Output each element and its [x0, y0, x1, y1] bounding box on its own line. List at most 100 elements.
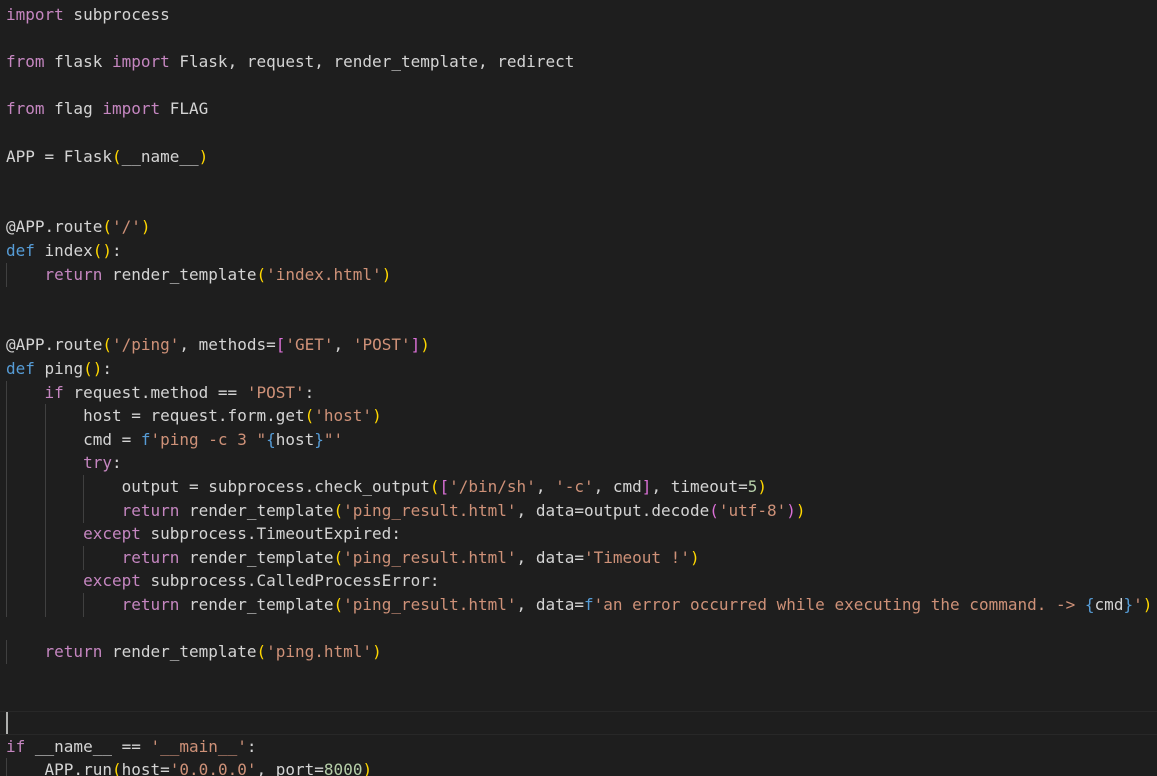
code-token: 'ping.html' — [266, 642, 373, 662]
code-token: { — [1084, 595, 1095, 614]
code-token: from — [6, 99, 45, 119]
code-token: : — [246, 736, 257, 756]
code-token: @APP.route — [6, 217, 103, 237]
code-token: [ — [275, 335, 286, 355]
code-token: ) — [372, 642, 382, 662]
code-token: output = subprocess.check_output — [121, 477, 430, 496]
code-token: , data= — [516, 547, 584, 567]
code-token: ) — [381, 264, 392, 284]
code-token: from — [6, 52, 45, 72]
code-token: FLAG — [160, 99, 209, 119]
code-token: render_template — [179, 500, 334, 520]
code-line[interactable]: if request.method == 'POST': — [0, 380, 1157, 405]
code-token: ) — [795, 500, 806, 520]
code-token: , methods= — [179, 335, 276, 355]
code-token: flag — [44, 99, 103, 119]
indent-guide — [6, 758, 7, 776]
code-line[interactable] — [0, 286, 1157, 310]
code-token: request.method == — [63, 382, 247, 402]
indent-guide — [6, 380, 7, 405]
code-token: ( — [304, 406, 315, 426]
code-line[interactable]: return render_template('ping_result.html… — [0, 593, 1157, 617]
code-token: ) — [689, 547, 700, 567]
code-line[interactable]: @APP.route('/ping', methods=['GET', 'POS… — [0, 333, 1157, 357]
code-token: ) — [198, 146, 209, 166]
code-line[interactable]: except subprocess.TimeoutExpired: — [0, 522, 1157, 547]
indent-guide — [6, 475, 7, 499]
indent-guide — [44, 569, 46, 594]
indent-guide — [44, 545, 46, 570]
code-token: : — [111, 453, 122, 473]
code-line[interactable]: except subprocess.CalledProcessError: — [0, 569, 1157, 594]
code-token: ) — [362, 760, 373, 776]
code-line[interactable]: host = request.form.get('host') — [0, 404, 1157, 429]
code-line[interactable]: from flag import FLAG — [0, 97, 1157, 121]
code-token: : — [102, 359, 112, 378]
code-token: , cmd — [593, 477, 642, 496]
code-token: render_template — [102, 264, 257, 284]
code-line[interactable]: cmd = f'ping -c 3 "{host}"' — [0, 427, 1157, 452]
code-line[interactable] — [0, 168, 1157, 192]
code-token: ] — [410, 335, 421, 355]
code-line[interactable] — [0, 121, 1157, 145]
code-line[interactable] — [0, 687, 1157, 711]
code-token: except — [83, 524, 141, 544]
code-token: , data= — [516, 595, 584, 614]
code-token: __name__ == — [25, 736, 151, 756]
code-token: : — [111, 241, 122, 260]
code-line[interactable]: return render_template('ping_result.html… — [0, 545, 1157, 570]
code-line[interactable]: try: — [0, 451, 1157, 476]
code-line[interactable]: APP.run(host='0.0.0.0', port=8000) — [0, 758, 1157, 776]
code-token: return — [121, 500, 180, 520]
code-line[interactable]: output = subprocess.check_output(['/bin/… — [0, 475, 1157, 499]
code-token: ( — [111, 760, 122, 776]
code-line[interactable] — [0, 74, 1157, 98]
code-token: 'index.html' — [266, 264, 382, 284]
code-line[interactable]: @APP.route('/') — [0, 215, 1157, 239]
code-token: ( — [102, 217, 112, 237]
code-token: ( — [111, 146, 122, 166]
code-line[interactable] — [0, 711, 1157, 735]
code-token: , timeout= — [651, 477, 748, 496]
code-line[interactable]: import subprocess — [0, 3, 1157, 27]
indent-guide — [6, 640, 7, 665]
code-line[interactable]: from flask import Flask, request, render… — [0, 50, 1157, 74]
code-token: f — [140, 429, 151, 449]
code-token: host = request.form.get — [83, 406, 305, 426]
indent-guide — [44, 427, 46, 452]
code-line[interactable]: def ping(): — [0, 357, 1157, 381]
code-token: ( — [333, 595, 344, 614]
code-token: import — [111, 52, 170, 72]
code-token: '/ping' — [111, 335, 180, 355]
code-line[interactable]: return render_template('ping_result.html… — [0, 498, 1157, 523]
code-token: def — [6, 359, 35, 378]
code-token: ] — [641, 477, 652, 496]
code-token: '-c' — [555, 477, 594, 496]
code-token: ) — [786, 500, 796, 520]
code-line[interactable]: return render_template('ping.html') — [0, 640, 1157, 665]
code-token: '0.0.0.0' — [169, 760, 257, 776]
code-line[interactable]: def index(): — [0, 239, 1157, 263]
code-token: 'ping_result.html' — [343, 547, 517, 567]
code-token: 'ping -c 3 " — [150, 429, 267, 449]
code-token: '/bin/sh' — [449, 477, 536, 496]
code-line[interactable] — [0, 310, 1157, 334]
code-line[interactable]: APP = Flask(__name__) — [0, 145, 1157, 169]
code-line[interactable]: if __name__ == '__main__': — [0, 735, 1157, 759]
code-token: } — [314, 429, 324, 449]
code-line[interactable] — [0, 27, 1157, 51]
code-line[interactable] — [0, 192, 1157, 216]
code-line[interactable] — [0, 664, 1157, 688]
indent-guide — [6, 498, 7, 523]
code-editor[interactable]: import subprocess from flask import Flask… — [0, 0, 1157, 776]
code-token: ( — [333, 547, 344, 567]
code-line[interactable] — [0, 617, 1157, 641]
code-token: ) — [372, 406, 382, 426]
code-token: , — [333, 335, 353, 355]
code-token: subprocess — [63, 5, 170, 24]
code-line[interactable]: return render_template('index.html') — [0, 262, 1157, 287]
